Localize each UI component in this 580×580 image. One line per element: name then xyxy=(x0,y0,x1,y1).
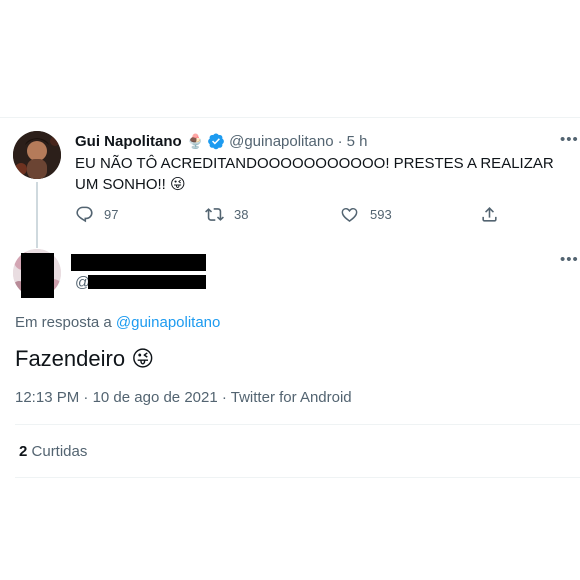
redaction-handle xyxy=(88,275,206,289)
author-avatar[interactable] xyxy=(13,131,61,179)
likes-divider xyxy=(15,477,580,478)
reply-time[interactable]: 12:13 PM xyxy=(15,389,79,406)
tweet-time[interactable]: 5 h xyxy=(347,133,368,150)
like-button[interactable]: 593 xyxy=(340,205,392,224)
tweet-header: Gui Napolitano 🍨 @guinapolitano · 5 h xyxy=(75,131,367,151)
share-button[interactable] xyxy=(480,205,499,224)
retweet-button[interactable]: 38 xyxy=(205,205,248,224)
more-options-icon[interactable]: ••• xyxy=(560,131,579,148)
in-reply-to: Em resposta a @guinapolitano xyxy=(15,314,220,331)
meta-separator-2: · xyxy=(221,389,227,406)
in-reply-label: Em resposta a xyxy=(15,314,112,331)
author-name[interactable]: Gui Napolitano xyxy=(75,133,182,150)
meta-separator-1: · xyxy=(83,389,89,406)
like-icon xyxy=(341,207,358,223)
likes-summary[interactable]: 2 Curtidas xyxy=(19,443,87,460)
retweet-icon xyxy=(205,208,224,221)
reply-emoji: 😜 xyxy=(131,346,155,371)
reply-more-options-icon[interactable]: ••• xyxy=(560,251,579,268)
tweet-body: EU NÃO TÔ ACREDITANDOOOOOOOOOOO! PRESTES… xyxy=(75,155,554,193)
reply-body: Fazendeiro xyxy=(15,346,126,371)
thread-connector xyxy=(36,182,38,248)
header-separator: · xyxy=(337,132,343,150)
reply-button[interactable]: 97 xyxy=(75,205,118,224)
reply-count: 97 xyxy=(104,207,119,222)
reply-source[interactable]: Twitter for Android xyxy=(231,389,352,406)
like-count: 593 xyxy=(370,207,392,222)
name-emoji: 🍨 xyxy=(186,132,205,149)
tweet-emoji: 😜 xyxy=(170,176,186,193)
share-icon xyxy=(482,207,497,222)
reply-text: Fazendeiro 😜 xyxy=(15,344,154,374)
author-avatar-image xyxy=(13,131,61,179)
likes-count: 2 xyxy=(19,443,28,460)
redaction-avatar xyxy=(21,253,54,298)
author-handle[interactable]: @guinapolitano xyxy=(229,133,333,150)
reply-meta: 12:13 PM · 10 de ago de 2021 · Twitter f… xyxy=(15,389,352,406)
in-reply-handle-link[interactable]: @guinapolitano xyxy=(116,314,220,331)
reply-date[interactable]: 10 de ago de 2021 xyxy=(93,389,218,406)
likes-label: Curtidas xyxy=(31,443,88,460)
reply-icon xyxy=(76,206,93,223)
verified-badge-icon xyxy=(207,132,225,150)
meta-divider xyxy=(15,424,580,425)
top-divider xyxy=(0,117,580,118)
retweet-count: 38 xyxy=(234,207,249,222)
tweet-text: EU NÃO TÔ ACREDITANDOOOOOOOOOOO! PRESTES… xyxy=(75,153,575,195)
redaction-name xyxy=(71,254,206,271)
